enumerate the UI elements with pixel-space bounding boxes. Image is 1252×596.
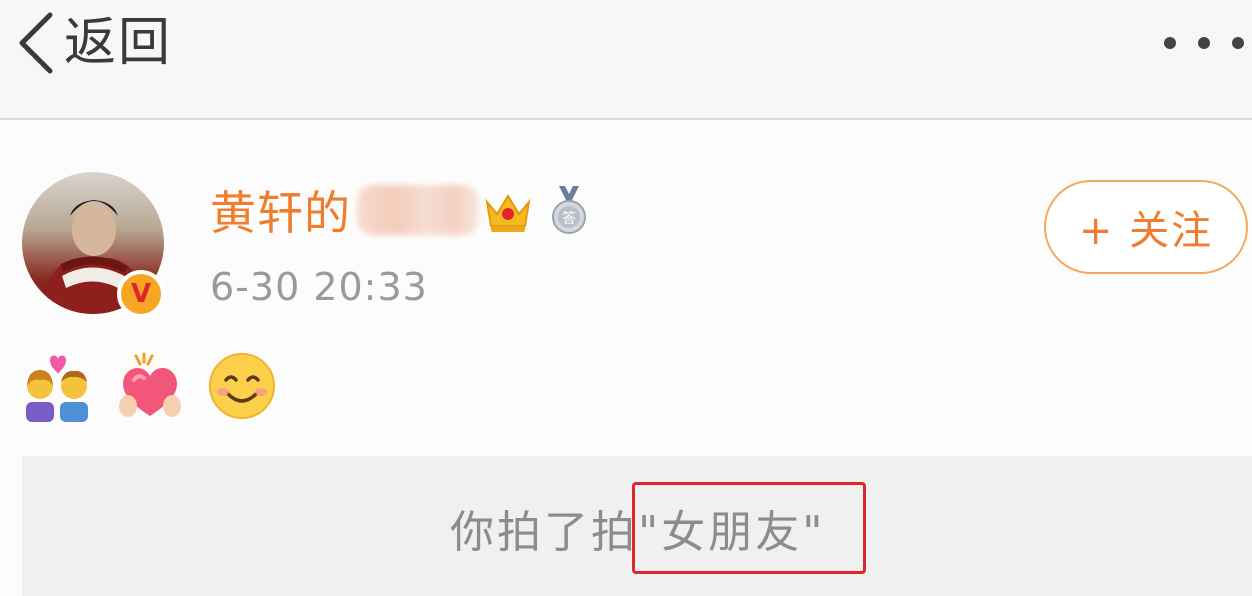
svg-text:答: 答 [562, 210, 576, 227]
heart-hands-icon [119, 352, 181, 417]
back-button[interactable]: 返回 [14, 10, 172, 76]
verified-badge: V [117, 270, 165, 318]
back-label: 返回 [64, 13, 173, 73]
more-button[interactable] [1164, 28, 1244, 58]
highlight-box [632, 482, 866, 574]
crown-icon [485, 194, 531, 232]
post-time: 6-30 20:33 [210, 265, 428, 309]
more-icon-dot [1198, 37, 1210, 49]
top-navigation-bar: 返回 [0, 0, 1252, 120]
v-badge-icon: V [130, 279, 152, 309]
repost-card[interactable]: 你拍了拍"女朋友" [22, 456, 1252, 596]
blurred-name-part [357, 185, 479, 235]
follow-label: + 关注 [1078, 208, 1214, 254]
post-content: V 黄轩的 答 6-30 20:33 + 关注 你拍了拍"女朋友" [0, 120, 1252, 596]
follow-button[interactable]: + 关注 [1044, 180, 1248, 274]
more-icon-dot [1232, 37, 1244, 49]
chevron-left-icon [19, 12, 53, 74]
smiling-face-icon [209, 353, 275, 419]
couple-with-heart-icon [26, 355, 88, 422]
repost-prefix: 你拍了拍 [450, 507, 638, 558]
name-row: 黄轩的 答 [210, 180, 589, 240]
emoji-row [22, 350, 278, 422]
medal-icon: 答 [552, 186, 586, 234]
more-icon [1164, 37, 1176, 49]
username[interactable]: 黄轩的 [210, 177, 351, 243]
